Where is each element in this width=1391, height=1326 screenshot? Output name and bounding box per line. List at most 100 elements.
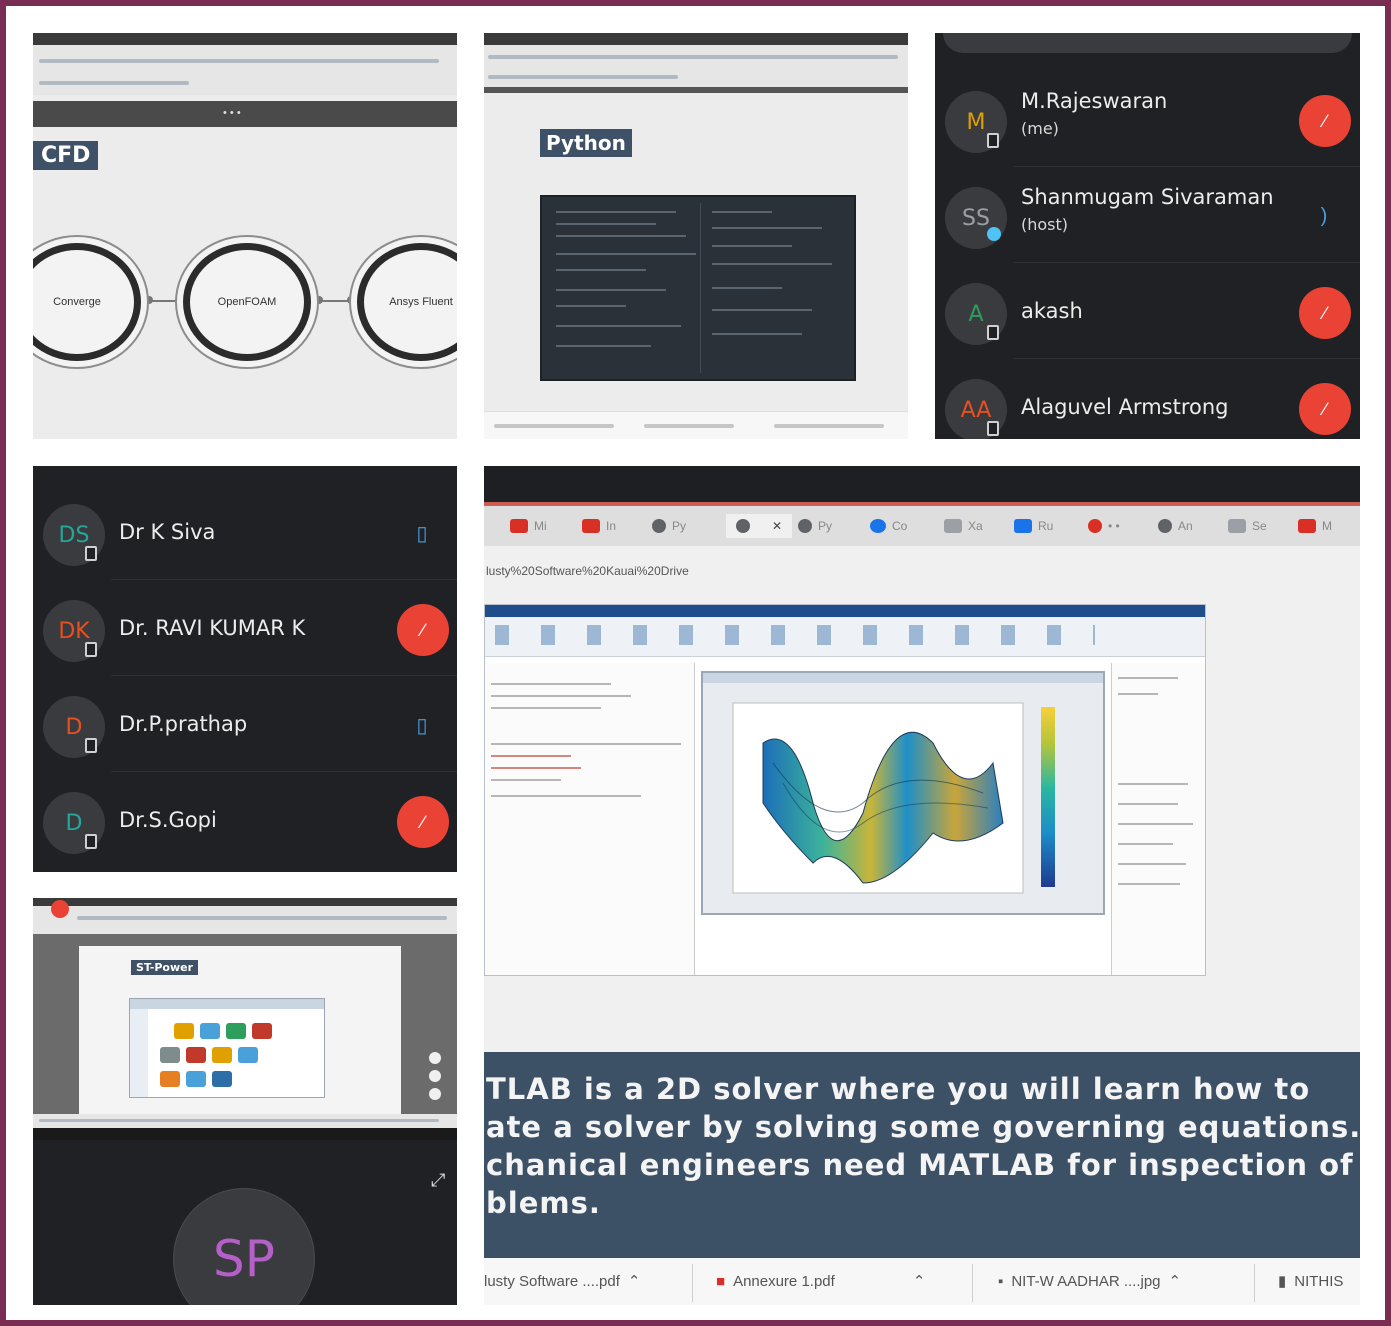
participant-row[interactable]: DS Dr K Siva ▯ — [33, 484, 457, 580]
mic-on-icon[interactable]: ) — [1313, 201, 1335, 231]
url-text: lusty%20Software%20Kauai%20Drive — [486, 564, 689, 578]
taskbar-strip — [33, 1114, 457, 1128]
browser-tab[interactable]: Ru — [1014, 514, 1053, 538]
participant-row[interactable]: D Dr.S.Gopi ∕ — [33, 772, 457, 868]
chevron-up-icon[interactable]: ⌃ — [913, 1272, 926, 1290]
participant-name: M.Rajeswaran — [1021, 89, 1168, 113]
file-icon: ▮ — [1278, 1273, 1287, 1290]
browser-tab[interactable]: Py — [652, 514, 686, 538]
os-taskbar — [33, 1128, 457, 1140]
connector-dot — [347, 296, 355, 304]
figure-window — [701, 671, 1105, 915]
cfd-slide-label: CFD — [33, 141, 99, 170]
browser-tab[interactable]: Se — [1228, 514, 1267, 538]
chevron-up-icon[interactable]: ⌃ — [1169, 1272, 1182, 1290]
browser-toolbar — [33, 898, 457, 934]
browser-tab-strip: Mi In Py ✕ Py Co Xa Ru • • An Se M — [484, 506, 1360, 546]
browser-tab[interactable]: • • — [1088, 514, 1120, 538]
address-bar[interactable]: lusty%20Software%20Kauai%20Drive — [484, 546, 1360, 598]
browser-tab[interactable]: In — [582, 514, 616, 538]
matlab-desktop-screenshot — [484, 604, 1206, 976]
participant-row[interactable]: DK Dr. RAVI KUMAR K ∕ — [33, 580, 457, 676]
mic-off-icon[interactable]: ∕ — [1299, 383, 1351, 435]
participant-role: (me) — [1021, 119, 1059, 138]
separator — [1254, 1264, 1255, 1302]
caption-line: chanical engineers need MATLAB for inspe… — [486, 1148, 1354, 1182]
mic-off-icon[interactable]: ∕ — [397, 796, 449, 848]
browser-toolbar — [484, 33, 908, 93]
expand-icon[interactable]: ⤢ — [431, 1170, 445, 1191]
separator — [972, 1264, 973, 1302]
browser-toolbar — [33, 33, 457, 95]
browser-tab-active[interactable]: ✕ — [726, 514, 793, 538]
collage-sheet: • • • CFD Converge OpenFOAM Ansys Fluent… — [6, 6, 1385, 1320]
download-item[interactable]: ▪ NIT-W AADHAR ....jpg ⌃ — [998, 1272, 1182, 1291]
participant-row[interactable]: M M.Rajeswaran (me) ∕ — [935, 71, 1360, 167]
browser-tab[interactable]: Py — [798, 514, 832, 538]
shared-slide-area: ST-Power — [33, 934, 457, 1114]
participant-name: Alaguvel Armstrong — [1021, 395, 1229, 419]
browser-tab[interactable]: Co — [870, 514, 907, 538]
slide-caption: TLAB is a 2D solver where you will learn… — [484, 1052, 1360, 1258]
mic-off-icon[interactable]: ∕ — [1299, 287, 1351, 339]
slide-page: ST-Power — [79, 946, 401, 1114]
participant-row[interactable]: AA Alaguvel Armstrong ∕ — [935, 359, 1360, 439]
device-badge-icon — [85, 834, 97, 849]
browser-tab[interactable]: M — [1298, 514, 1332, 538]
participant-row[interactable]: A akash ∕ — [935, 263, 1360, 359]
browser-tab[interactable]: Mi — [510, 514, 547, 538]
device-badge-icon — [987, 421, 999, 436]
window-title-bar — [484, 466, 1360, 502]
device-badge-icon — [987, 133, 999, 148]
caption-line: ate a solver by solving some governing e… — [486, 1110, 1360, 1144]
pdf-icon: ■ — [716, 1272, 726, 1290]
participant-name: Dr.P.prathap — [119, 712, 248, 736]
participant-row[interactable]: SS Shanmugam Sivaraman (host) ) — [935, 167, 1360, 263]
device-badge-icon — [85, 546, 97, 561]
mic-on-icon[interactable]: ▯ — [411, 710, 433, 740]
participant-role: (host) — [1021, 215, 1069, 234]
download-item[interactable]: ▮ NITHIS — [1278, 1272, 1343, 1291]
cfd-shared-screen-tile[interactable]: • • • CFD Converge OpenFOAM Ansys Fluent — [33, 33, 457, 439]
stpower-shared-screen-tile[interactable]: ST-Power ⤢ SP — [33, 898, 457, 1305]
more-options-dot — [429, 1088, 441, 1100]
matlab-shared-screen-tile[interactable]: Mi In Py ✕ Py Co Xa Ru • • An Se M lusty… — [484, 466, 1360, 1305]
caption-line: blems. — [486, 1186, 601, 1220]
browser-tab[interactable]: Xa — [944, 514, 983, 538]
mic-off-icon[interactable]: ∕ — [397, 604, 449, 656]
slide-header-strip: • • • — [33, 101, 457, 127]
image-file-icon: ▪ — [998, 1272, 1004, 1290]
download-bar — [484, 411, 908, 439]
browser-tab[interactable]: An — [1158, 514, 1193, 538]
mic-on-icon[interactable]: ▯ — [411, 518, 433, 548]
connector-dot — [145, 296, 153, 304]
participant-row[interactable]: D Dr.P.prathap ▯ — [33, 676, 457, 772]
participant-search[interactable] — [943, 33, 1352, 53]
download-item[interactable]: ■ Annexure 1.pdf ⌃ — [716, 1272, 926, 1291]
code-editor-screenshot — [540, 195, 856, 381]
download-item[interactable]: lusty Software ....pdf ⌃ — [484, 1272, 641, 1291]
device-badge-icon — [85, 738, 97, 753]
mic-off-icon[interactable]: ∕ — [1299, 95, 1351, 147]
device-badge-icon — [85, 642, 97, 657]
caption-line: TLAB is a 2D solver where you will learn… — [486, 1072, 1311, 1106]
participant-name: Dr. RAVI KUMAR K — [119, 616, 306, 640]
download-bar: lusty Software ....pdf ⌃ ■ Annexure 1.pdf ⌃… — [484, 1258, 1360, 1305]
node-ansys-fluent: Ansys Fluent — [357, 243, 457, 361]
more-options-icon[interactable] — [429, 1052, 441, 1064]
python-shared-screen-tile[interactable]: Python — [484, 33, 908, 439]
connector-dot — [315, 296, 323, 304]
chevron-up-icon[interactable]: ⌃ — [628, 1272, 641, 1290]
slide-nav-dots[interactable]: • • • — [223, 107, 241, 119]
node-openfoam: OpenFOAM — [183, 243, 311, 361]
presenting-indicator-icon — [987, 227, 1001, 241]
connector-dot — [175, 296, 183, 304]
surface-plot — [732, 702, 1055, 894]
participants-panel-bottom: DS Dr K Siva ▯ DK Dr. RAVI KUMAR K ∕ D D… — [33, 466, 457, 872]
software-screenshot — [129, 998, 325, 1098]
presenter-avatar: SP — [173, 1188, 315, 1305]
stpower-slide-label: ST-Power — [131, 960, 199, 975]
recording-icon — [51, 900, 69, 918]
python-slide-label: Python — [540, 129, 632, 157]
participant-name: Dr.S.Gopi — [119, 808, 217, 832]
